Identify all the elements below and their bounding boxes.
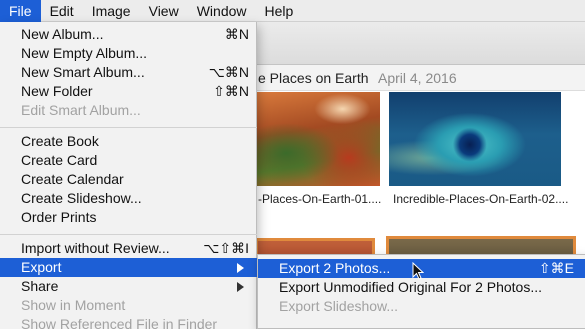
menu-item-label: Show Referenced File in Finder xyxy=(21,316,218,329)
album-title: e Places on Earth xyxy=(258,70,369,86)
menu-separator xyxy=(0,127,257,128)
photo-caption: Incredible-Places-On-Earth-02.... xyxy=(393,192,569,206)
file-menu-dropdown: New Album... ⌘N New Empty Album... New S… xyxy=(0,22,257,329)
menu-item-create-slideshow[interactable]: Create Slideshow... xyxy=(0,189,257,208)
submenu-arrow-icon xyxy=(237,282,244,292)
menu-item-new-folder[interactable]: New Folder ⇧⌘N xyxy=(0,82,257,101)
menu-item-label: New Empty Album... xyxy=(21,45,148,61)
menu-item-new-smart-album[interactable]: New Smart Album... ⌥⌘N xyxy=(0,63,257,82)
photo-thumbnail[interactable] xyxy=(389,92,561,186)
menu-item-new-empty-album[interactable]: New Empty Album... xyxy=(0,44,257,63)
menu-item-share[interactable]: Share xyxy=(0,277,257,296)
menu-item-create-card[interactable]: Create Card xyxy=(0,151,257,170)
menu-separator xyxy=(0,234,257,235)
menu-item-label: Export Slideshow... xyxy=(279,298,399,314)
menu-item-shortcut: ⌥⇧⌘I xyxy=(203,240,249,256)
menu-edit[interactable]: Edit xyxy=(41,0,83,22)
photo-caption: -Places-On-Earth-01.... xyxy=(258,192,382,206)
menu-item-label: Order Prints xyxy=(21,209,97,225)
menu-item-label: New Folder xyxy=(21,83,93,99)
menu-item-shortcut: ⌥⌘N xyxy=(208,64,249,80)
menu-item-create-book[interactable]: Create Book xyxy=(0,132,257,151)
album-date: April 4, 2016 xyxy=(378,70,457,86)
menu-help[interactable]: Help xyxy=(256,0,303,22)
menu-item-edit-smart-album: Edit Smart Album... xyxy=(0,101,257,120)
menu-item-label: Show in Moment xyxy=(21,297,126,313)
menu-item-label: Edit Smart Album... xyxy=(21,102,141,118)
menu-item-label: Import without Review... xyxy=(21,240,170,256)
menu-item-show-referenced-file: Show Referenced File in Finder xyxy=(0,315,257,329)
menu-item-label: Create Calendar xyxy=(21,171,124,187)
menu-item-label: Create Card xyxy=(21,152,98,168)
menu-item-label: Share xyxy=(21,278,59,294)
menu-item-create-calendar[interactable]: Create Calendar xyxy=(0,170,257,189)
menu-item-label: Create Book xyxy=(21,133,99,149)
menu-item-import-without-review[interactable]: Import without Review... ⌥⇧⌘I xyxy=(0,239,257,258)
menu-item-new-album[interactable]: New Album... ⌘N xyxy=(0,25,257,44)
menu-item-order-prints[interactable]: Order Prints xyxy=(0,208,257,227)
menu-item-label: Export Unmodified Original For 2 Photos.… xyxy=(279,279,543,295)
submenu-item-export-slideshow: Export Slideshow... xyxy=(258,297,585,316)
menu-item-shortcut: ⇧⌘E xyxy=(538,260,574,276)
menu-bar: File Edit Image View Window Help xyxy=(0,0,585,22)
photo-thumbnail[interactable] xyxy=(255,92,380,186)
menu-item-label: New Smart Album... xyxy=(21,64,145,80)
menu-item-label: Export 2 Photos... xyxy=(279,260,391,276)
menu-image[interactable]: Image xyxy=(83,0,140,22)
menu-item-shortcut: ⌘N xyxy=(224,26,249,42)
menu-item-show-in-moment: Show in Moment xyxy=(0,296,257,315)
menu-item-label: New Album... xyxy=(21,26,104,42)
menu-file[interactable]: File xyxy=(0,0,41,22)
menu-item-shortcut: ⇧⌘N xyxy=(213,83,249,99)
menu-window[interactable]: Window xyxy=(188,0,256,22)
menu-view[interactable]: View xyxy=(140,0,188,22)
submenu-item-export-unmodified[interactable]: Export Unmodified Original For 2 Photos.… xyxy=(258,278,585,297)
menu-item-label: Create Slideshow... xyxy=(21,190,142,206)
mouse-cursor-icon xyxy=(412,262,424,280)
menu-item-export[interactable]: Export xyxy=(0,258,257,277)
submenu-arrow-icon xyxy=(237,263,244,273)
menu-item-label: Export xyxy=(21,259,62,275)
